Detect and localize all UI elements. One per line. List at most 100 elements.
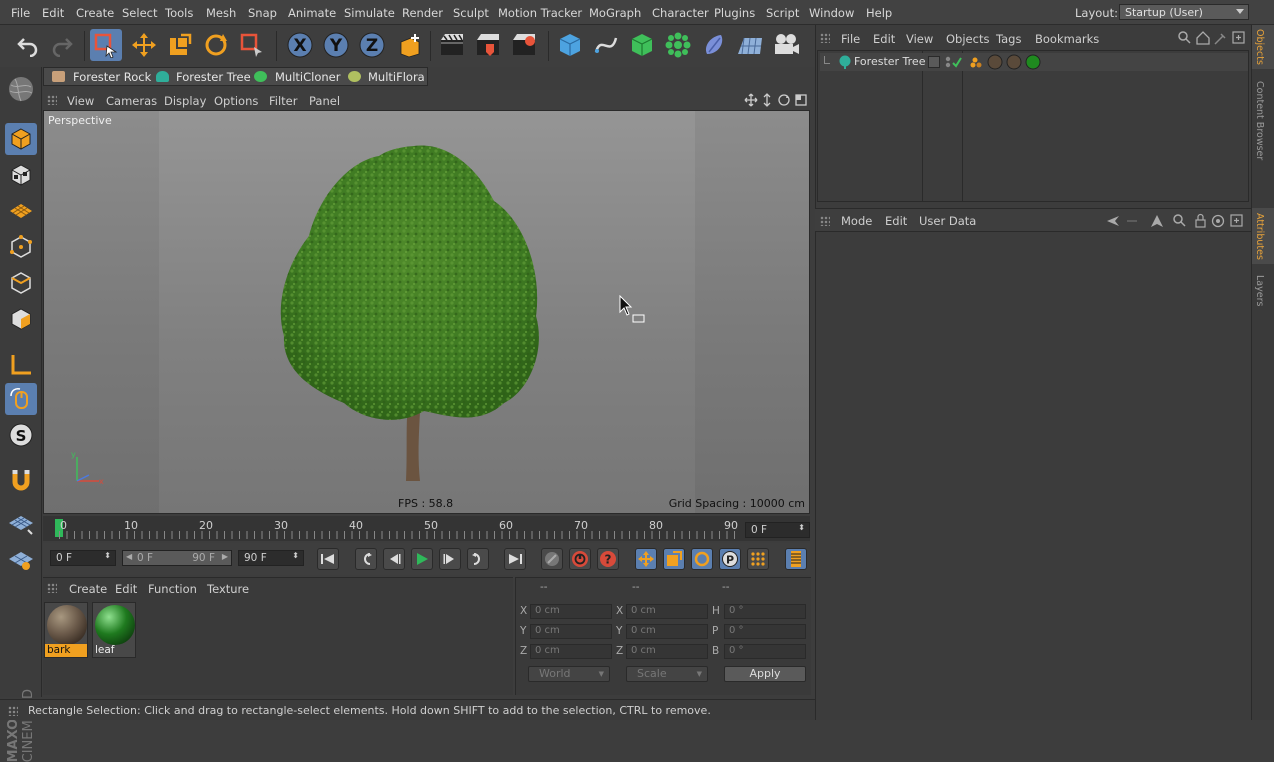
object-list[interactable]: Forester Tree (817, 50, 1249, 202)
object-menu-objects[interactable]: Objects (946, 32, 989, 46)
current-frame-field[interactable]: 0 F⬍ (745, 522, 810, 538)
sculpt-sphere-icon[interactable] (5, 73, 37, 105)
x-axis-icon[interactable]: X (284, 29, 316, 61)
visibility-check-icon[interactable] (944, 55, 962, 69)
viewport-menu-filter[interactable]: Filter (269, 94, 297, 108)
material-menu-create[interactable]: Create (69, 582, 107, 596)
plugin-forester-tree[interactable]: Forester Tree (176, 70, 251, 84)
record-active-icon[interactable] (569, 548, 591, 570)
layer-icon[interactable] (928, 56, 940, 68)
layout-select[interactable]: Startup (User) (1119, 4, 1249, 20)
go-to-start-icon[interactable] (317, 548, 339, 570)
undo-icon[interactable] (12, 29, 44, 61)
plugin-forester-rock[interactable]: Forester Rock (73, 70, 151, 84)
nurbs-icon[interactable] (626, 29, 658, 61)
menu-animate[interactable]: Animate (288, 6, 336, 20)
object-row-forester-tree[interactable]: Forester Tree (820, 53, 1248, 71)
coord-mode-scale-select[interactable]: Scale▼ (626, 666, 708, 682)
frame-range-slider[interactable]: ◀0 F90 F▶ (122, 550, 232, 566)
key-rotation-icon[interactable] (691, 548, 713, 570)
viewport-menu-view[interactable]: View (67, 94, 94, 108)
previous-frame-icon[interactable] (383, 548, 405, 570)
size-z-field[interactable]: 0 cm (626, 644, 708, 659)
coord-mode-world-select[interactable]: World▼ (528, 666, 610, 682)
previous-key-icon[interactable] (355, 548, 377, 570)
pos-z-field[interactable]: 0 cm (530, 644, 612, 659)
cube-object-icon[interactable] (554, 29, 586, 61)
snap-icon[interactable]: S (5, 419, 37, 451)
magnet-icon[interactable] (5, 465, 37, 497)
key-position-icon[interactable] (635, 548, 657, 570)
grid-snap-icon[interactable] (5, 507, 37, 539)
material-menu-edit[interactable]: Edit (115, 582, 137, 596)
object-menu-edit[interactable]: Edit (873, 32, 895, 46)
menu-create[interactable]: Create (76, 6, 114, 20)
object-menu-bookmarks[interactable]: Bookmarks (1035, 32, 1099, 46)
viewport-menu-panel[interactable]: Panel (309, 94, 340, 108)
object-name-forester-tree[interactable]: Forester Tree (854, 55, 925, 68)
pos-y-field[interactable]: 0 cm (530, 624, 612, 639)
menu-character[interactable]: Character (652, 6, 709, 20)
axis-mode-icon[interactable] (5, 349, 37, 381)
timeline-ruler[interactable]: 0 10 20 30 40 50 60 70 80 90 (43, 516, 810, 541)
polygons-mode-icon[interactable] (5, 303, 37, 335)
material-bark[interactable]: bark (44, 602, 88, 658)
menu-script[interactable]: Script (766, 6, 799, 20)
material-menu-texture[interactable]: Texture (207, 582, 249, 596)
menu-simulate[interactable]: Simulate (344, 6, 395, 20)
material-leaf[interactable]: leaf (92, 602, 136, 658)
tab-layers[interactable]: Layers (1254, 275, 1265, 306)
apply-button[interactable]: Apply (724, 666, 806, 682)
next-frame-icon[interactable] (439, 548, 461, 570)
rectangle-selection-icon[interactable] (236, 29, 268, 61)
texture-mode-icon[interactable] (5, 159, 37, 191)
live-selection-icon[interactable] (90, 29, 122, 61)
end-frame-field[interactable]: 90 F⬍ (238, 550, 304, 566)
timeline-layout-icon[interactable] (785, 548, 807, 570)
menu-file[interactable]: File (11, 6, 30, 20)
object-tags[interactable] (968, 54, 1044, 70)
key-pla-icon[interactable] (747, 548, 769, 570)
menu-mesh[interactable]: Mesh (206, 6, 236, 20)
rot-b-field[interactable]: 0 ° (724, 644, 806, 659)
menu-edit[interactable]: Edit (42, 6, 64, 20)
keyframe-selection-icon[interactable] (541, 548, 563, 570)
menu-motion-tracker[interactable]: Motion Tracker (498, 6, 582, 20)
autokey-icon[interactable]: ? (597, 548, 619, 570)
workplane-icon[interactable] (5, 195, 37, 227)
render-picture-viewer-icon[interactable] (472, 29, 504, 61)
viewport-perspective[interactable]: Perspective yx FPS : 58.8 Grid Spacing :… (43, 110, 810, 514)
tab-attributes[interactable]: Attributes (1254, 213, 1265, 260)
z-axis-icon[interactable]: Z (356, 29, 388, 61)
camera-icon[interactable] (770, 29, 802, 61)
key-parameter-icon[interactable]: P (719, 548, 741, 570)
redo-icon[interactable] (46, 29, 78, 61)
menu-sculpt[interactable]: Sculpt (453, 6, 489, 20)
plugin-multicloner[interactable]: MultiCloner (275, 70, 340, 84)
viewport-menu-options[interactable]: Options (214, 94, 258, 108)
model-mode-icon[interactable] (5, 123, 37, 155)
object-menu-file[interactable]: File (841, 32, 860, 46)
edges-mode-icon[interactable] (5, 267, 37, 299)
menu-help[interactable]: Help (866, 6, 892, 20)
array-icon[interactable] (662, 29, 694, 61)
object-menu-tags[interactable]: Tags (996, 32, 1021, 46)
menu-plugins[interactable]: Plugins (714, 6, 755, 20)
next-key-icon[interactable] (467, 548, 489, 570)
deformer-icon[interactable] (698, 29, 730, 61)
start-frame-field[interactable]: 0 F⬍ (50, 550, 116, 566)
attribute-menu-edit[interactable]: Edit (885, 214, 907, 228)
menu-mograph[interactable]: MoGraph (589, 6, 641, 20)
key-scale-icon[interactable] (663, 548, 685, 570)
y-axis-icon[interactable]: Y (320, 29, 352, 61)
viewport-menu-cameras[interactable]: Cameras (106, 94, 157, 108)
floor-icon[interactable] (734, 29, 766, 61)
viewport-menu-display[interactable]: Display (164, 94, 206, 108)
size-y-field[interactable]: 0 cm (626, 624, 708, 639)
render-view-icon[interactable] (436, 29, 468, 61)
menu-snap[interactable]: Snap (248, 6, 277, 20)
menu-render[interactable]: Render (402, 6, 443, 20)
menu-select[interactable]: Select (122, 6, 157, 20)
menu-tools[interactable]: Tools (165, 6, 193, 20)
scale-icon[interactable] (164, 29, 196, 61)
